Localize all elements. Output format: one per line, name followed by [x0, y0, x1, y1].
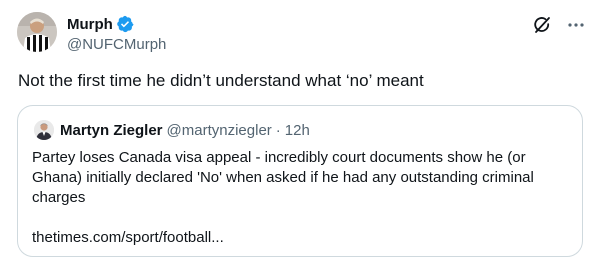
grok-icon[interactable]	[531, 14, 553, 36]
author-name-row: Murph	[67, 14, 166, 34]
verified-badge-icon	[116, 15, 134, 33]
quoted-author-name[interactable]: Martyn Ziegler	[60, 122, 163, 139]
tweet-card[interactable]: Murph @NUFCMurph Not the first time he d…	[0, 0, 605, 264]
quoted-tweet[interactable]: Martyn Ziegler @martynziegler · 12h Part…	[17, 105, 583, 257]
quoted-tweet-text: Partey loses Canada visa appeal - incred…	[32, 149, 534, 206]
tweet-text: Not the first time he didn’t understand …	[18, 71, 424, 90]
author-avatar[interactable]	[17, 12, 57, 52]
quoted-author-handle[interactable]: @martynziegler	[167, 122, 272, 139]
tweet-top-actions	[531, 14, 587, 36]
quoted-separator: ·	[275, 121, 281, 139]
quoted-tweet-link[interactable]: thetimes.com/sport/football...	[32, 228, 224, 248]
quoted-author-avatar[interactable]	[34, 120, 54, 140]
author-handle[interactable]: @NUFCMurph	[67, 36, 166, 53]
author-name[interactable]: Murph	[67, 16, 113, 33]
quoted-tweet-header: Martyn Ziegler @martynziegler · 12h	[34, 120, 310, 140]
author-info: Murph @NUFCMurph	[67, 14, 166, 54]
more-options-icon[interactable]	[565, 14, 587, 36]
quoted-timestamp[interactable]: 12h	[285, 122, 310, 139]
